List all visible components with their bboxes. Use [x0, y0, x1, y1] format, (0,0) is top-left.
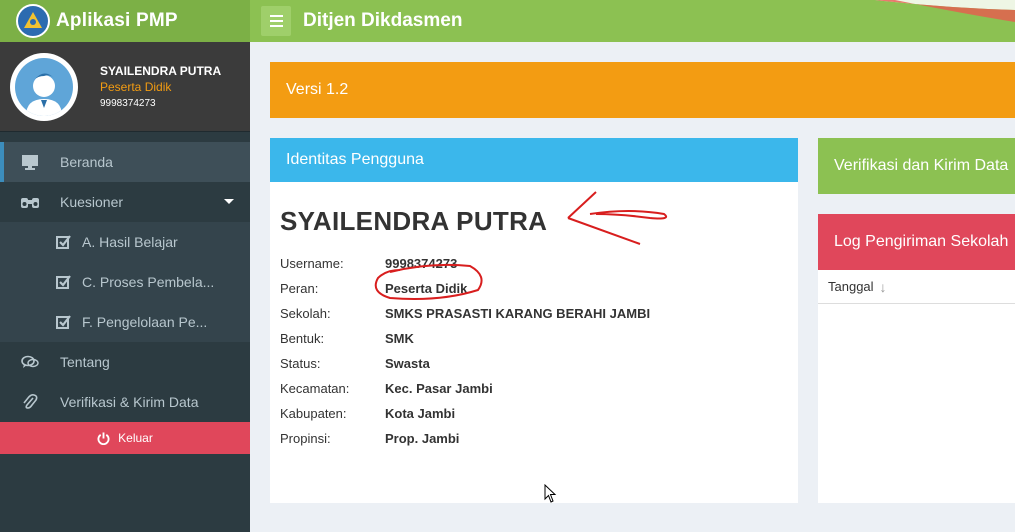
checkbox-icon [0, 314, 82, 330]
sidebar-item-label: A. Hasil Belajar [82, 234, 178, 250]
sidebar-item-label: Tentang [60, 354, 110, 370]
checkbox-icon [0, 274, 82, 290]
log-column-header[interactable]: Tanggal ↓ [818, 270, 1015, 304]
info-label: Username: [280, 256, 344, 271]
sidebar-menu: Beranda Kuesioner A. Hasil Belajar C. Pr… [0, 142, 250, 422]
user-panel: SYAILENDRA PUTRA Peserta Didik 999837427… [0, 42, 250, 132]
menu-toggle-icon[interactable] [261, 6, 291, 36]
info-label: Kabupaten: [280, 406, 347, 421]
sidebar-item-tentang[interactable]: Tentang [0, 342, 250, 382]
sidebar-item-verifikasi[interactable]: Verifikasi & Kirim Data [0, 382, 250, 422]
info-value: Kota Jambi [385, 406, 456, 421]
info-value: Peserta Didik [385, 281, 468, 296]
tut-wuri-logo-icon [16, 4, 50, 38]
version-text: Versi 1.2 [286, 81, 349, 98]
mouse-cursor-icon [544, 484, 557, 503]
sidebar-item-label: Beranda [60, 154, 113, 170]
sidebar-item-label: Kuesioner [60, 194, 124, 210]
info-row-sekolah: Sekolah: SMKS PRASASTI KARANG BERAHI JAMB… [280, 301, 798, 326]
info-value: Swasta [385, 356, 430, 371]
brand-bar: Aplikasi PMP [0, 0, 250, 42]
checkbox-icon [0, 234, 82, 250]
user-name: SYAILENDRA PUTRA [100, 64, 222, 78]
log-box-title: Log Pengiriman Sekolah [834, 233, 1009, 250]
page-title: Ditjen Dikdasmen [303, 10, 463, 31]
info-value: SMKS PRASASTI KARANG BERAHI JAMBI [385, 306, 651, 321]
sidebar-item-label: F. Pengelolaan Pe... [82, 314, 208, 330]
info-value: Prop. Jambi [385, 431, 460, 446]
info-label: Sekolah: [280, 306, 331, 321]
logout-button[interactable]: Keluar [0, 422, 250, 454]
user-id: 9998374273 [100, 98, 156, 109]
identity-box: Identitas Pengguna SYAILENDRA PUTRA User… [270, 138, 798, 503]
binoculars-icon [0, 195, 60, 209]
info-label: Bentuk: [280, 331, 325, 346]
sidebar-item-beranda[interactable]: Beranda [0, 142, 250, 182]
sidebar-item-label: C. Proses Pembela... [82, 274, 215, 290]
top-navbar: Ditjen Dikdasmen [250, 0, 1015, 42]
identity-info-list: Username: 9998374273 Peran: Peserta Didik … [280, 251, 798, 451]
verify-send-title: Verifikasi dan Kirim Data [834, 157, 1009, 174]
logout-label: Keluar [118, 431, 153, 445]
user-role: Peserta Didik [100, 80, 172, 94]
info-label: Kecamatan: [280, 381, 350, 396]
power-icon [97, 431, 110, 445]
info-row-peran: Peran: Peserta Didik [280, 276, 798, 301]
info-value: SMK [385, 331, 414, 346]
user-avatar-icon [26, 72, 62, 116]
sidebar-item-pengelolaan[interactable]: F. Pengelolaan Pe... [0, 302, 250, 342]
log-box-header: Log Pengiriman Sekolah [818, 214, 1015, 270]
sidebar-item-kuesioner[interactable]: Kuesioner [0, 182, 250, 222]
identity-box-title: Identitas Pengguna [286, 151, 424, 168]
comments-icon [0, 354, 60, 370]
info-label: Propinsi: [280, 431, 331, 446]
caret-down-icon [224, 199, 234, 204]
info-value: 9998374273 [385, 256, 458, 271]
info-row-username: Username: 9998374273 [280, 251, 798, 276]
version-banner: Versi 1.2 [270, 62, 1015, 118]
info-row-kabupaten: Kabupaten: Kota Jambi [280, 401, 798, 426]
info-row-status: Status: Swasta [280, 351, 798, 376]
log-box: Log Pengiriman Sekolah Tanggal ↓ [818, 214, 1015, 503]
info-value: Kec. Pasar Jambi [385, 381, 493, 396]
monitor-icon [0, 154, 60, 170]
sidebar: SYAILENDRA PUTRA Peserta Didik 999837427… [0, 42, 250, 532]
sort-arrow-icon: ↓ [879, 278, 887, 295]
sidebar-item-label: Verifikasi & Kirim Data [60, 394, 199, 410]
app-title: Aplikasi PMP [56, 10, 178, 31]
sidebar-item-hasil-belajar[interactable]: A. Hasil Belajar [0, 222, 250, 262]
column-label: Tanggal [828, 279, 874, 294]
header-decoration [875, 0, 1015, 22]
avatar [10, 52, 78, 121]
sidebar-item-proses-pembelajaran[interactable]: C. Proses Pembela... [0, 262, 250, 302]
info-row-bentuk: Bentuk: SMK [280, 326, 798, 351]
paperclip-icon [0, 393, 60, 411]
info-label: Status: [280, 356, 321, 371]
identity-box-header: Identitas Pengguna [270, 138, 798, 182]
info-row-propinsi: Propinsi: Prop. Jambi [280, 426, 798, 451]
info-label: Peran: [280, 281, 319, 296]
info-row-kecamatan: Kecamatan: Kec. Pasar Jambi [280, 376, 798, 401]
verify-send-box[interactable]: Verifikasi dan Kirim Data [818, 138, 1015, 194]
identity-name: SYAILENDRA PUTRA [280, 206, 548, 236]
